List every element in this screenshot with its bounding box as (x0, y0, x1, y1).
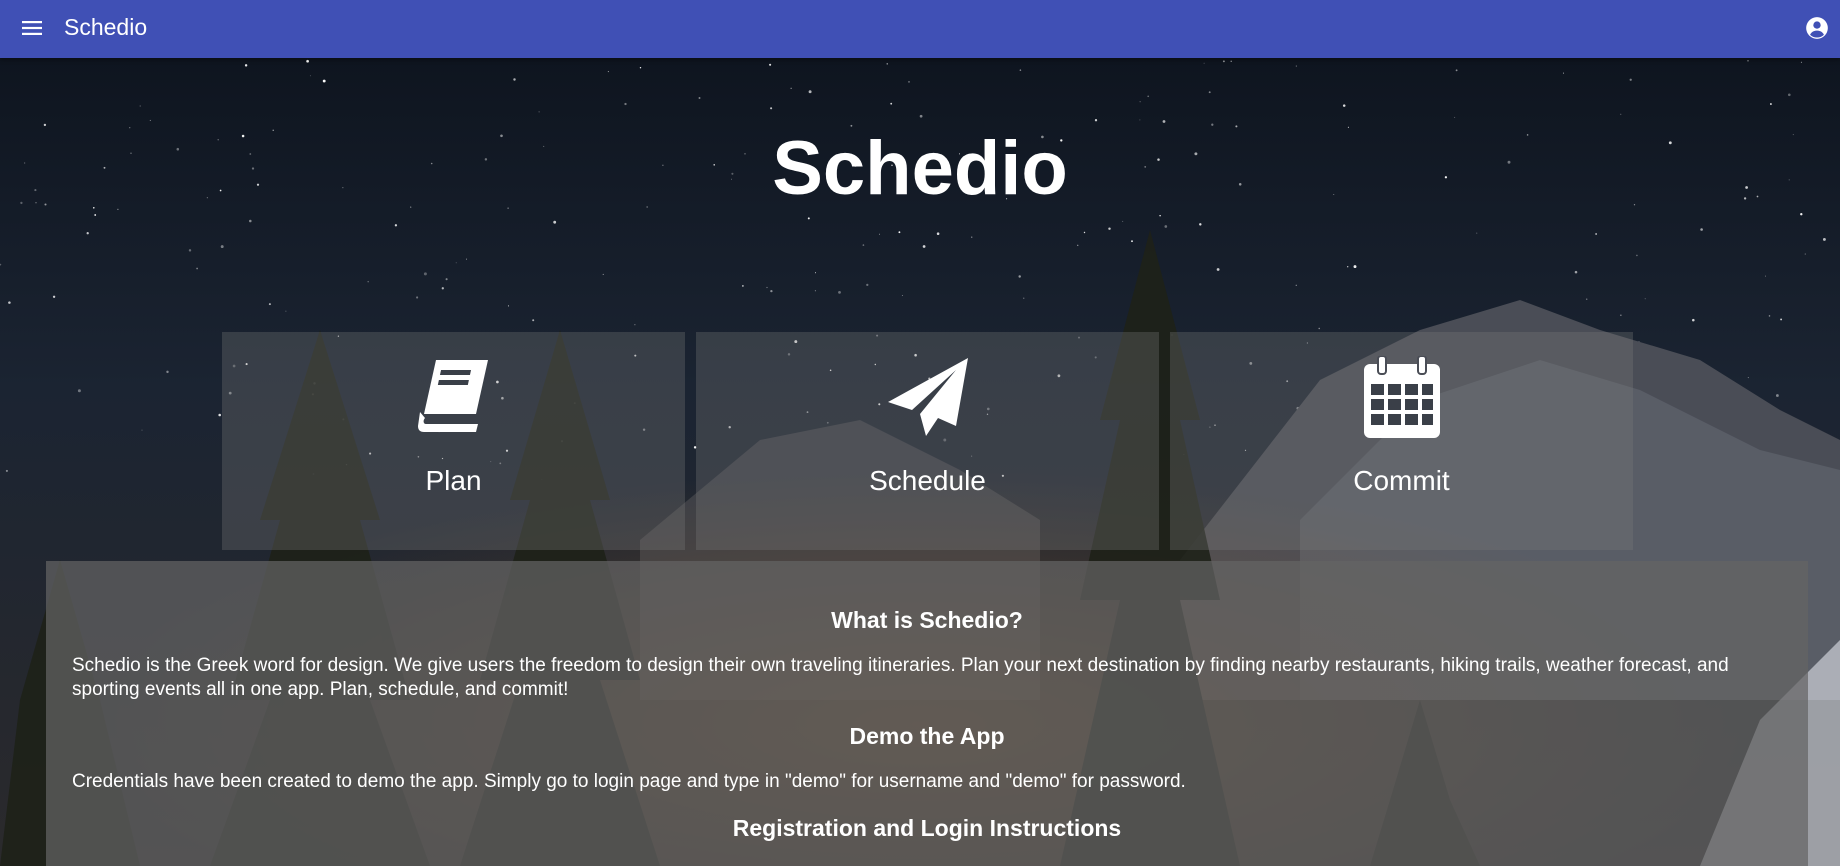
calendar-icon (1170, 356, 1633, 438)
section-heading-demo: Demo the App (849, 723, 1005, 749)
feature-label-schedule: Schedule (869, 465, 986, 496)
app-title[interactable]: Schedio (64, 13, 147, 41)
menu-icon[interactable] (18, 14, 46, 42)
book-icon (222, 356, 685, 436)
paper-plane-icon (696, 356, 1159, 436)
feature-card-schedule[interactable]: Schedule (696, 332, 1159, 550)
feature-card-commit[interactable]: Commit (1170, 332, 1633, 550)
account-circle-icon[interactable] (1804, 15, 1830, 41)
hero-title: Schedio (772, 126, 1068, 211)
section-heading-registration: Registration and Login Instructions (732, 815, 1122, 841)
feature-card-plan[interactable]: Plan (222, 332, 685, 550)
section-heading-what-is: What is Schedio? (831, 607, 1023, 633)
feature-label-plan: Plan (425, 465, 482, 496)
section-text-what-is: Schedio is the Greek word for design. We… (72, 655, 1729, 700)
feature-label-commit: Commit (1353, 465, 1450, 496)
feature-cards: Plan Schedule Commit (222, 332, 1633, 550)
info-panel: What is Schedio? Schedio is the Greek wo… (46, 561, 1808, 866)
app-bar: Schedio (0, 0, 1840, 58)
section-text-demo: Credentials have been created to demo th… (72, 771, 1186, 792)
page: Schedio Schedio Plan Schedule Commit Wha… (0, 0, 1840, 866)
